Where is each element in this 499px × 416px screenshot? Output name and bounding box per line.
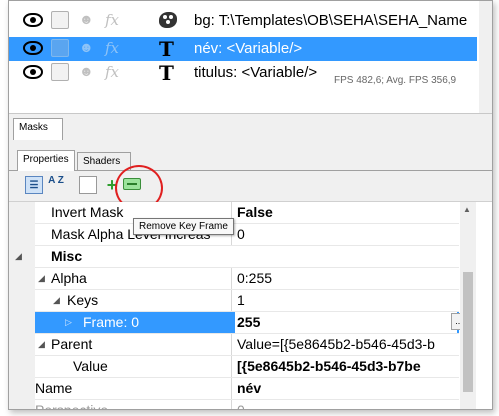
text-type-icon: T — [159, 37, 174, 61]
property-value[interactable]: 1 — [237, 292, 457, 308]
category-row-misc[interactable]: ◢ Misc — [15, 246, 459, 268]
property-toolbar: ☰ A Z + — [9, 171, 492, 202]
property-value[interactable]: 255 — [235, 312, 457, 333]
property-row-alpha[interactable]: ◢ Alpha 0:255 — [35, 268, 459, 290]
scrollbar-thumb[interactable] — [463, 272, 473, 392]
properties-tab-strip: Properties Shaders — [9, 146, 492, 171]
mask-icon[interactable]: ☻ — [79, 11, 97, 29]
property-name: Name — [35, 380, 73, 396]
property-name: Value — [73, 358, 108, 374]
property-value[interactable]: 0 — [237, 226, 457, 242]
property-row-invert-mask[interactable]: Invert Mask False — [35, 202, 459, 224]
app-window: ☻ fx bg: T:\Templates\OB\SEHA\SEHA_Name … — [8, 0, 493, 410]
layer-label: bg: T:\Templates\OB\SEHA\SEHA_Name — [194, 12, 468, 29]
lock-icon[interactable] — [51, 63, 69, 81]
property-row-frame-0[interactable]: ▷ Frame: 0 255 ... — [35, 312, 467, 334]
lock-icon[interactable] — [51, 11, 69, 29]
property-row-perspective[interactable]: Perspective 0 — [35, 400, 459, 410]
property-value[interactable]: Value=[{5e8645b2-b546-45d3-b — [237, 336, 457, 352]
property-value[interactable]: név — [237, 380, 457, 396]
category-name: Misc — [51, 248, 83, 264]
property-value[interactable]: 0 — [237, 402, 457, 409]
text-type-icon: T — [159, 61, 174, 85]
property-name: Invert Mask — [51, 204, 124, 220]
layer-label: név: <Variable/> — [194, 40, 303, 57]
property-value[interactable]: [{5e8645b2-b546-45d3-b7be — [237, 358, 457, 374]
alphabetical-sort-icon[interactable]: A Z — [47, 176, 65, 194]
tab-masks[interactable]: Masks — [13, 118, 63, 140]
fps-readout: FPS 482,6; Avg. FPS 356,9 — [334, 75, 457, 86]
scroll-up-icon[interactable]: ▲ — [463, 205, 471, 214]
layer-row-nev[interactable]: ☻ fx T név: <Variable/> — [9, 37, 477, 61]
tab-shaders[interactable]: Shaders — [77, 152, 131, 170]
property-pages-icon[interactable] — [79, 176, 97, 194]
mask-icon[interactable]: ☻ — [79, 63, 97, 81]
layer-list-scrollbar[interactable] — [479, 1, 492, 113]
property-name: Keys — [67, 292, 99, 308]
palette-icon — [159, 12, 177, 28]
visibility-eye-icon[interactable] — [23, 13, 43, 27]
grid-gutter — [9, 202, 35, 409]
collapse-arrow-icon[interactable]: ◢ — [38, 339, 45, 350]
collapse-arrow-icon[interactable]: ◢ — [15, 251, 22, 262]
fx-icon[interactable]: fx — [105, 39, 123, 57]
property-name: Parent — [51, 336, 93, 352]
mask-icon[interactable]: ☻ — [79, 39, 97, 57]
property-grid: Invert Mask False Mask Alpha Level Incre… — [9, 202, 492, 409]
visibility-eye-icon[interactable] — [23, 65, 43, 79]
layer-row-bg[interactable]: ☻ fx bg: T:\Templates\OB\SEHA\SEHA_Name — [9, 9, 477, 33]
collapse-arrow-icon[interactable]: ◢ — [38, 273, 45, 284]
fx-icon[interactable]: fx — [105, 63, 123, 81]
expand-arrow-icon[interactable]: ▷ — [65, 317, 72, 328]
layer-label: titulus: <Variable/> — [194, 64, 318, 81]
property-name: Alpha — [51, 270, 87, 286]
tab-properties[interactable]: Properties — [17, 150, 75, 171]
property-row-keys[interactable]: ◢ Keys 1 — [35, 290, 459, 312]
masks-tab-strip: Masks — [9, 113, 492, 141]
categorized-view-icon[interactable]: ☰ — [25, 176, 43, 194]
property-row-mask-alpha[interactable]: Mask Alpha Level Increas 0 — [35, 224, 459, 246]
property-name: Perspective — [35, 402, 109, 410]
layer-list: ☻ fx bg: T:\Templates\OB\SEHA\SEHA_Name … — [9, 1, 492, 113]
property-value[interactable]: False — [237, 204, 457, 220]
property-row-name[interactable]: Name név — [35, 378, 459, 400]
tooltip: Remove Key Frame — [133, 218, 234, 235]
property-name: Frame: 0 — [83, 314, 140, 330]
property-grid-scrollbar[interactable]: ▲ — [460, 202, 476, 409]
collapse-arrow-icon[interactable]: ◢ — [53, 295, 60, 306]
lock-icon[interactable] — [51, 39, 69, 57]
visibility-eye-icon[interactable] — [23, 41, 43, 55]
property-row-value[interactable]: Value [{5e8645b2-b546-45d3-b7be — [35, 356, 459, 378]
property-row-parent[interactable]: ◢ Parent Value=[{5e8645b2-b546-45d3-b — [35, 334, 459, 356]
property-value[interactable]: 0:255 — [237, 270, 457, 286]
fx-icon[interactable]: fx — [105, 11, 123, 29]
